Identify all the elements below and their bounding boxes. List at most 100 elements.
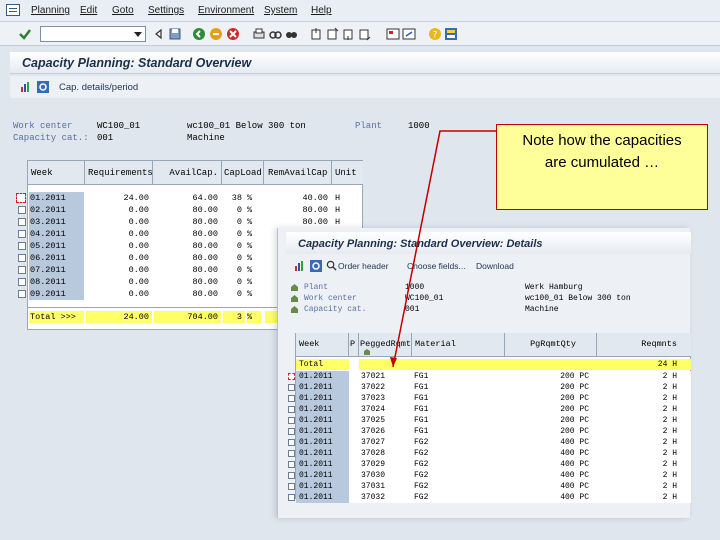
detail-reqmnts-cell: 2 H: [597, 415, 691, 426]
table-row[interactable]: 02.2011 0.00 80.00 0% 80.00 H: [27, 204, 363, 216]
chevron-down-icon[interactable]: [134, 32, 142, 37]
detail-column-header-peggedrqmt[interactable]: PeggedRqmt: [359, 333, 412, 357]
download-button[interactable]: Download: [476, 261, 514, 271]
detail-column-header-week[interactable]: Week: [296, 333, 349, 357]
detail-table-row[interactable]: 01.2011 37028 FG2 400 PC 2 H: [296, 448, 691, 459]
row-selector-checkbox[interactable]: [18, 206, 26, 214]
exit-icon[interactable]: [209, 27, 223, 41]
row-selector-checkbox[interactable]: [16, 193, 26, 203]
row-selector-checkbox[interactable]: [18, 290, 26, 298]
menu-settings[interactable]: Settings: [148, 5, 184, 16]
detail-row-selector-checkbox[interactable]: [288, 461, 295, 468]
last-page-icon[interactable]: [358, 27, 372, 41]
row-selector-checkbox[interactable]: [18, 218, 26, 226]
row-selector-checkbox[interactable]: [18, 266, 26, 274]
detail-table-row[interactable]: 01.2011 37021 FG1 200 PC 2 H: [296, 371, 691, 382]
back-arrow-small-icon[interactable]: [152, 27, 166, 41]
shortcut-icon[interactable]: [402, 27, 416, 41]
detail-week-cell: 01.2011: [296, 492, 349, 503]
detail-material-cell: FG2: [412, 459, 505, 470]
availcap-cell: 80.00: [154, 252, 221, 264]
detail-reqmnts-cell: 2 H: [597, 437, 691, 448]
menu-help[interactable]: Help: [311, 5, 332, 16]
requirements-cell: 0.00: [86, 288, 152, 300]
next-page-icon[interactable]: [342, 27, 356, 41]
print-icon[interactable]: [252, 27, 266, 41]
row-selector-checkbox[interactable]: [18, 242, 26, 250]
choose-fields-button[interactable]: Choose fields...: [407, 261, 466, 271]
order-header-icon[interactable]: [326, 260, 337, 271]
table-row[interactable]: 03.2011 0.00 80.00 0% 80.00 H: [27, 216, 363, 228]
detail-peggedrqmt-cell: 37027: [359, 437, 412, 448]
enter-icon[interactable]: [18, 27, 32, 41]
first-page-icon[interactable]: [310, 27, 324, 41]
column-header-unit[interactable]: Unit: [332, 161, 363, 185]
detail-column-header-p[interactable]: P: [349, 333, 359, 357]
detail-material-cell: FG1: [412, 382, 505, 393]
menu-goto[interactable]: Goto: [112, 5, 134, 16]
column-header-capload[interactable]: CapLoad: [222, 161, 264, 185]
detail-row-selector-checkbox[interactable]: [288, 494, 295, 501]
refresh-icon[interactable]: [310, 260, 322, 272]
detail-table-row[interactable]: 01.2011 37022 FG1 200 PC 2 H: [296, 382, 691, 393]
detail-table-row[interactable]: 01.2011 37032 FG2 400 PC 2 H: [296, 492, 691, 503]
capload-cell: 0: [223, 264, 245, 276]
command-field[interactable]: [40, 26, 146, 42]
chart-icon[interactable]: [294, 260, 306, 272]
table-row[interactable]: 01.2011 24.00 64.00 38% 40.00 H: [27, 192, 363, 204]
percent-cell: %: [247, 276, 261, 288]
menu-edit[interactable]: Edit: [80, 5, 97, 16]
detail-row-selector-checkbox[interactable]: [288, 395, 295, 402]
detail-table-row[interactable]: 01.2011 37029 FG2 400 PC 2 H: [296, 459, 691, 470]
detail-row-selector-checkbox[interactable]: [288, 472, 295, 479]
detail-row-selector-checkbox[interactable]: [288, 428, 295, 435]
detail-week-cell: 01.2011: [296, 382, 349, 393]
detail-table-row[interactable]: 01.2011 37023 FG1 200 PC 2 H: [296, 393, 691, 404]
back-icon[interactable]: [192, 27, 206, 41]
detail-row-selector-checkbox[interactable]: [288, 373, 295, 380]
detail-table-row[interactable]: 01.2011 37024 FG1 200 PC 2 H: [296, 404, 691, 415]
detail-table-row[interactable]: 01.2011 37031 FG2 400 PC 2 H: [296, 481, 691, 492]
detail-table-row[interactable]: 01.2011 37026 FG1 200 PC 2 H: [296, 426, 691, 437]
cap-details-period-button[interactable]: Cap. details/period: [59, 82, 138, 93]
layout-menu-icon[interactable]: [444, 27, 458, 41]
detail-row-selector-checkbox[interactable]: [288, 483, 295, 490]
chart-icon[interactable]: [20, 81, 32, 93]
detail-table-row[interactable]: 01.2011 37030 FG2 400 PC 2 H: [296, 470, 691, 481]
detail-table-row[interactable]: 01.2011 37027 FG2 400 PC 2 H: [296, 437, 691, 448]
column-header-remavailcap[interactable]: RemAvailCap: [264, 161, 332, 185]
detail-column-header-reqmnts[interactable]: Reqmnts: [597, 333, 691, 357]
previous-page-icon[interactable]: [326, 27, 340, 41]
help-icon[interactable]: ?: [428, 27, 442, 41]
column-header-week[interactable]: Week: [28, 161, 85, 185]
find-next-icon[interactable]: [284, 27, 298, 41]
column-header-requirements[interactable]: Requirements: [85, 161, 153, 185]
menu-environment[interactable]: Environment: [198, 5, 254, 16]
detail-p-cell: [349, 448, 359, 459]
order-header-button[interactable]: Order header: [338, 261, 389, 271]
detail-row-selector-checkbox[interactable]: [288, 450, 295, 457]
row-selector-checkbox[interactable]: [18, 230, 26, 238]
detail-column-header-pgrqmtqty[interactable]: PgRqmtQty: [505, 333, 597, 357]
row-selector-checkbox[interactable]: [18, 278, 26, 286]
refresh-icon[interactable]: [37, 81, 49, 93]
save-icon[interactable]: [168, 27, 182, 41]
week-cell: 07.2011: [29, 264, 84, 276]
detail-row-selector-checkbox[interactable]: [288, 384, 295, 391]
menu-system[interactable]: System: [264, 5, 297, 16]
row-selector-checkbox[interactable]: [18, 254, 26, 262]
cancel-icon[interactable]: [226, 27, 240, 41]
new-session-icon[interactable]: [386, 27, 400, 41]
detail-row-selector-checkbox[interactable]: [288, 406, 295, 413]
detail-row-selector-checkbox[interactable]: [288, 439, 295, 446]
plant-icon: [291, 284, 298, 291]
menu-planning[interactable]: Planning: [31, 5, 70, 16]
detail-table-row[interactable]: 01.2011 37025 FG1 200 PC 2 H: [296, 415, 691, 426]
system-menu-icon[interactable]: [6, 4, 20, 16]
detail-row-selector-checkbox[interactable]: [288, 417, 295, 424]
detail-p-cell: [349, 492, 359, 503]
detail-column-header-material[interactable]: Material: [412, 333, 505, 357]
find-icon[interactable]: [268, 27, 282, 41]
week-cell: 01.2011: [29, 192, 84, 204]
column-header-availcap[interactable]: AvailCap.: [153, 161, 222, 185]
